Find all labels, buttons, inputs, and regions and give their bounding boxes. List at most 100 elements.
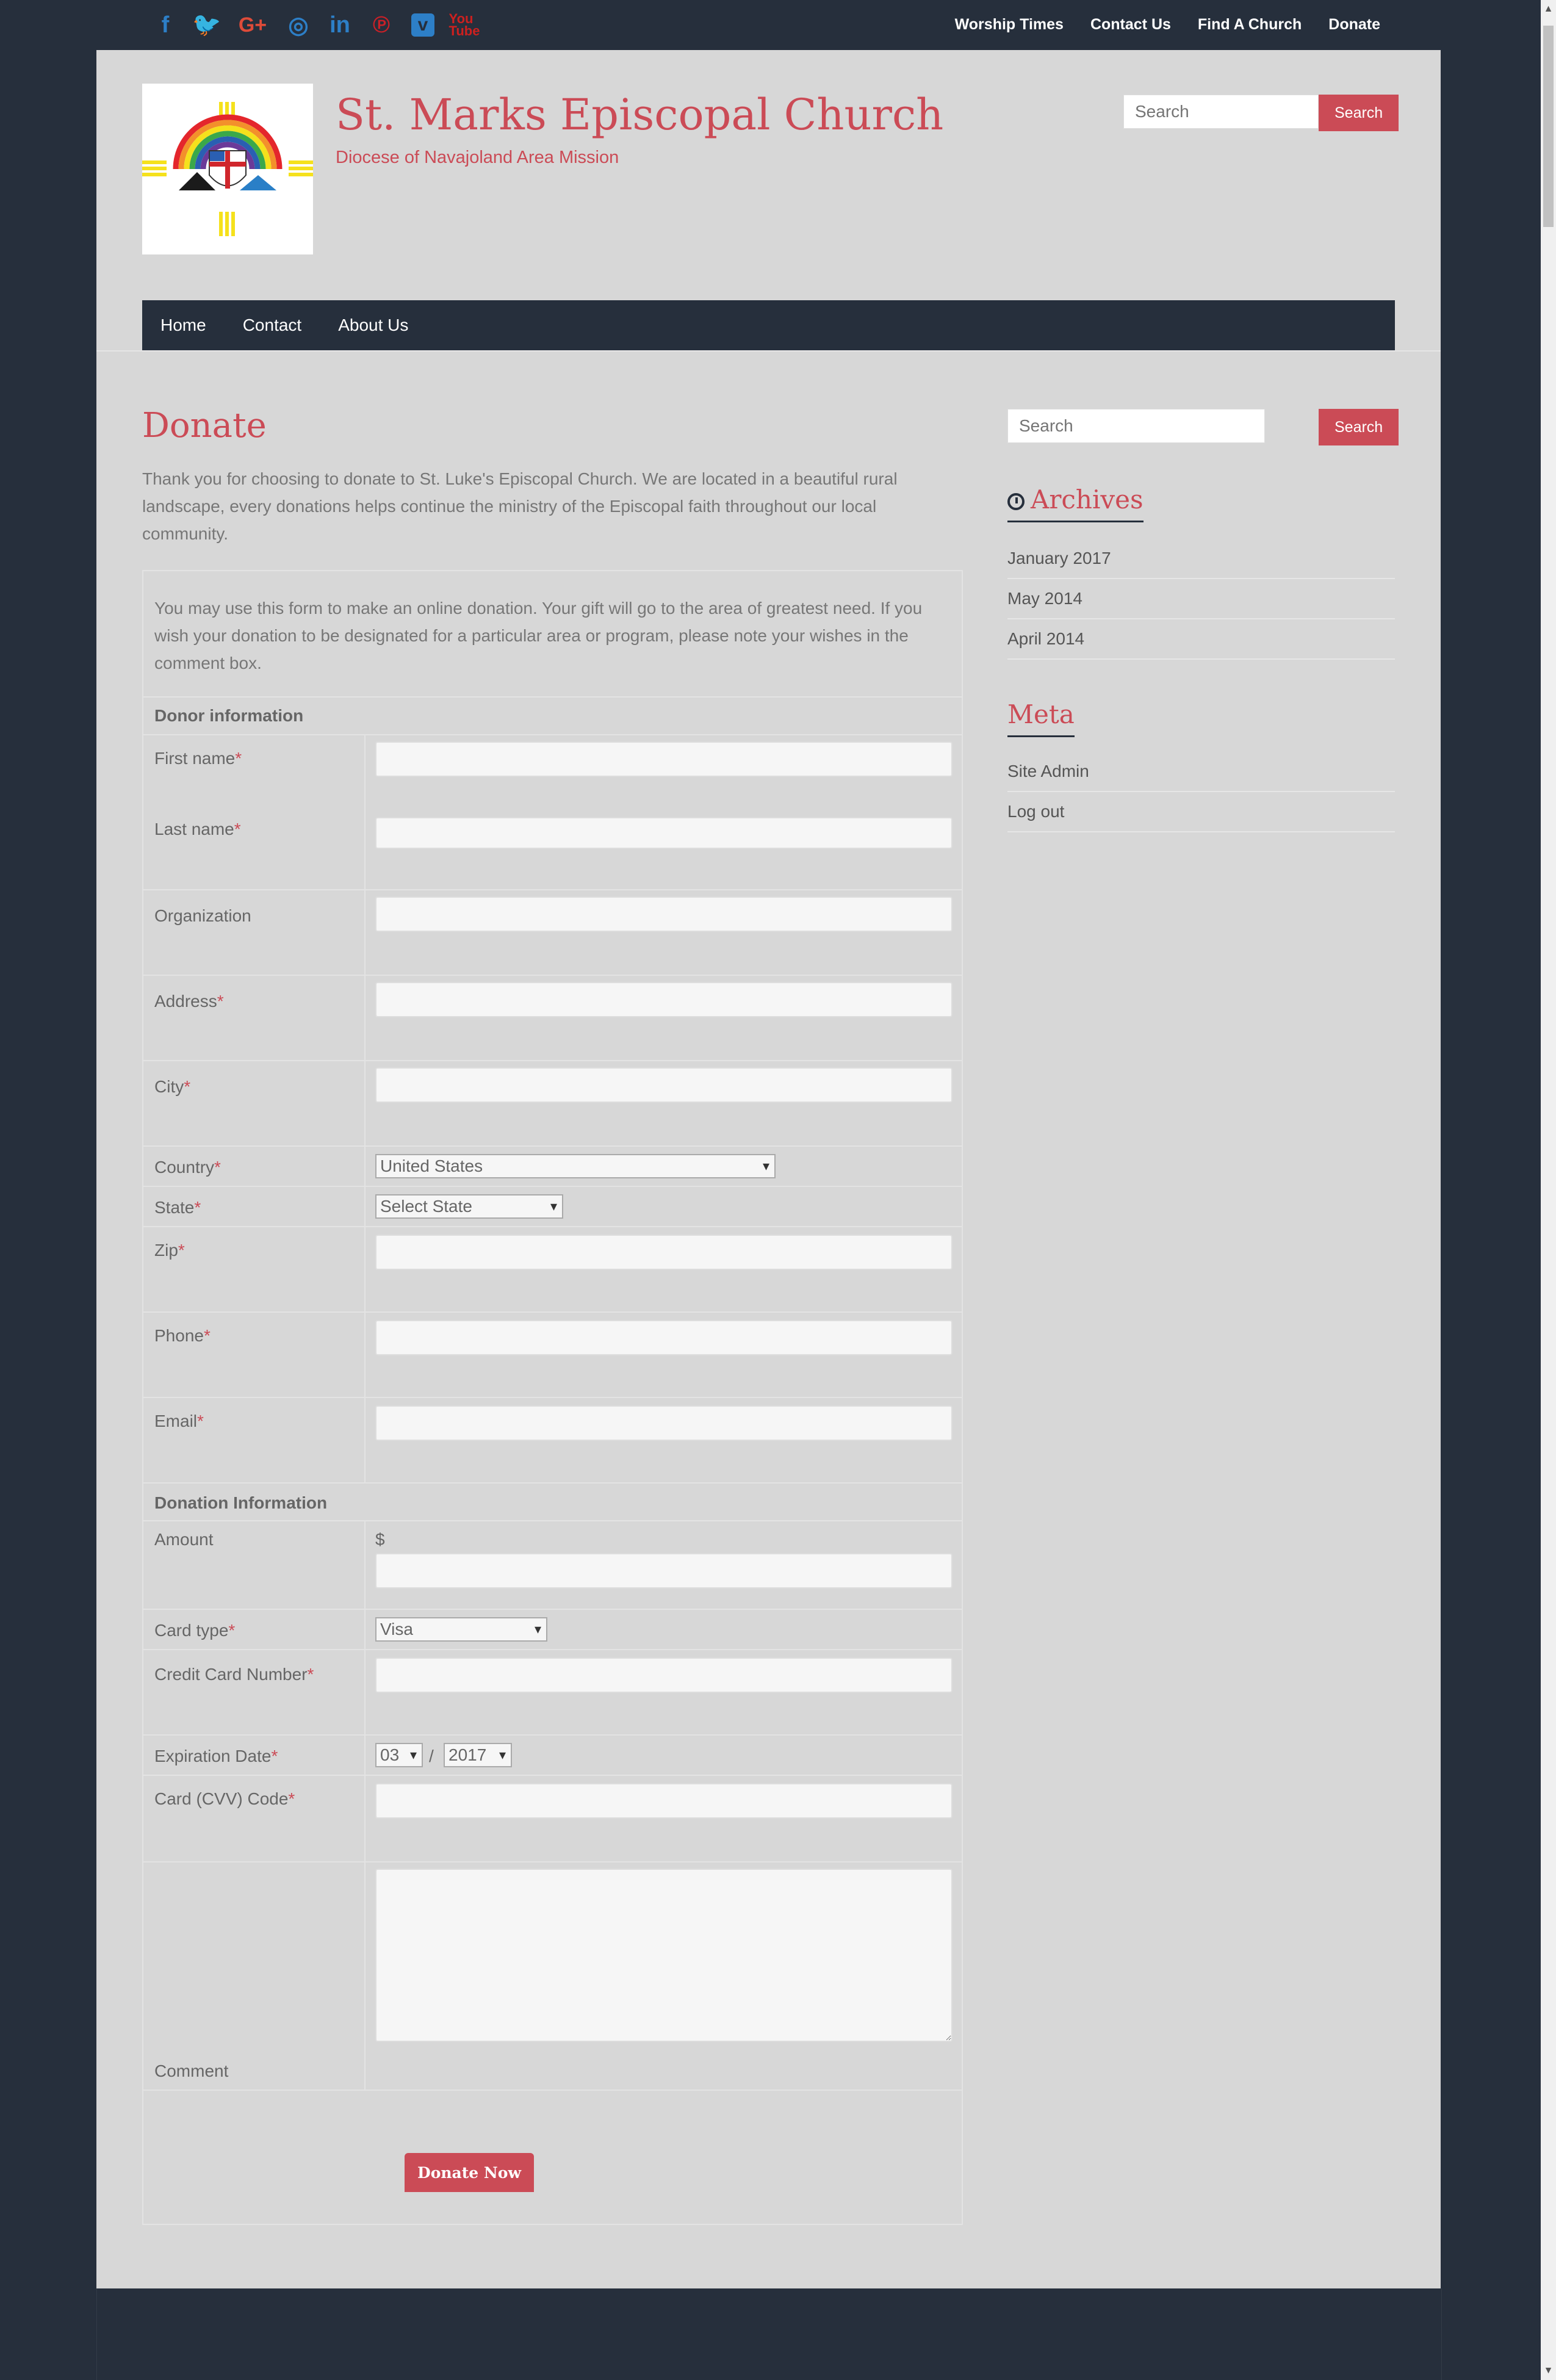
clock-icon bbox=[1007, 493, 1025, 510]
address-label: Address* bbox=[154, 992, 224, 1011]
sidebar-search: Search bbox=[1007, 409, 1399, 445]
email-field[interactable] bbox=[375, 1405, 953, 1441]
card-number-label: Credit Card Number* bbox=[154, 1665, 314, 1684]
column-divider bbox=[364, 1650, 366, 1736]
top-bar: f 🐦 G+ ◎ in ℗ v You Tube Worship Times C… bbox=[0, 0, 1541, 50]
archive-link-april-2014[interactable]: April 2014 bbox=[1007, 619, 1395, 660]
city-field[interactable] bbox=[375, 1067, 953, 1103]
main-nav-about-us[interactable]: About Us bbox=[338, 316, 408, 335]
submit-row-divider bbox=[143, 2090, 962, 2091]
meta-link-site-admin[interactable]: Site Admin bbox=[1007, 752, 1395, 792]
last-name-label: Last name* bbox=[154, 820, 241, 838]
archive-link-may-2014[interactable]: May 2014 bbox=[1007, 579, 1395, 619]
header-search: Search bbox=[1123, 95, 1399, 131]
top-nav-worship-times[interactable]: Worship Times bbox=[955, 16, 1064, 34]
scroll-up-icon[interactable]: ▲ bbox=[1541, 0, 1556, 18]
column-divider bbox=[364, 1227, 366, 1313]
column-divider bbox=[364, 1398, 366, 1484]
instagram-icon[interactable]: ◎ bbox=[284, 11, 312, 39]
card-number-row: Credit Card Number* bbox=[143, 1649, 962, 1736]
diocese-seal-icon bbox=[142, 102, 313, 236]
phone-label: Phone* bbox=[154, 1326, 211, 1345]
sidebar-search-button[interactable]: Search bbox=[1319, 409, 1399, 445]
site-title[interactable]: St. Marks Episcopal Church bbox=[336, 90, 943, 140]
address-row: Address* bbox=[143, 975, 962, 1061]
meta-link-log-out[interactable]: Log out bbox=[1007, 792, 1395, 832]
top-nav-donate[interactable]: Donate bbox=[1328, 16, 1380, 34]
main-nav-home[interactable]: Home bbox=[160, 316, 206, 335]
donation-section-row: Donation Information bbox=[143, 1482, 962, 1521]
donate-now-button[interactable]: Donate Now bbox=[405, 2153, 534, 2192]
zip-row: Zip* bbox=[143, 1226, 962, 1313]
scrollbar-thumb[interactable] bbox=[1543, 26, 1554, 227]
comment-row: Comment bbox=[143, 1861, 962, 2091]
column-divider bbox=[364, 1061, 366, 1147]
email-label: Email* bbox=[154, 1412, 204, 1430]
top-nav-find-a-church[interactable]: Find A Church bbox=[1198, 16, 1302, 34]
top-nav: Worship Times Contact Us Find A Church D… bbox=[955, 16, 1380, 34]
currency-symbol: $ bbox=[375, 1530, 385, 1549]
email-row: Email* bbox=[143, 1397, 962, 1484]
form-note: You may use this form to make an online … bbox=[154, 599, 923, 673]
page-container: St. Marks Episcopal Church Diocese of Na… bbox=[96, 50, 1441, 2288]
organization-label: Organization bbox=[154, 906, 251, 925]
amount-row: Amount $ bbox=[143, 1520, 962, 1610]
meta-list: Site Admin Log out bbox=[1007, 752, 1395, 832]
state-row: State* Select State bbox=[143, 1186, 962, 1227]
google-plus-icon[interactable]: G+ bbox=[234, 11, 271, 39]
card-type-row: Card type* Visa bbox=[143, 1609, 962, 1650]
archives-list: January 2017 May 2014 April 2014 bbox=[1007, 539, 1395, 660]
amount-field[interactable] bbox=[375, 1553, 953, 1588]
comment-textarea[interactable] bbox=[375, 1869, 953, 2042]
twitter-icon[interactable]: 🐦 bbox=[192, 11, 221, 39]
pinterest-icon[interactable]: ℗ bbox=[367, 11, 395, 39]
main-nav-contact[interactable]: Contact bbox=[243, 316, 302, 335]
address-field[interactable] bbox=[375, 982, 953, 1017]
main-nav: Home Contact About Us bbox=[142, 300, 1395, 350]
country-select[interactable]: United States bbox=[375, 1154, 776, 1178]
comment-label: Comment bbox=[154, 2061, 229, 2080]
organization-field[interactable] bbox=[375, 896, 953, 932]
column-divider bbox=[364, 1736, 366, 1776]
city-label: City* bbox=[154, 1077, 191, 1096]
top-nav-contact-us[interactable]: Contact Us bbox=[1090, 16, 1171, 34]
header-search-input[interactable] bbox=[1123, 95, 1319, 129]
first-name-label: First name* bbox=[154, 749, 242, 768]
card-type-select[interactable]: Visa bbox=[375, 1617, 547, 1642]
column-divider bbox=[364, 1610, 366, 1650]
cvv-row: Card (CVV) Code* bbox=[143, 1775, 962, 1863]
site-description: Diocese of Navajoland Area Mission bbox=[336, 148, 619, 167]
exp-month-select[interactable]: 03 bbox=[375, 1743, 423, 1767]
last-name-field[interactable] bbox=[375, 817, 953, 849]
sidebar-search-input[interactable] bbox=[1007, 409, 1265, 443]
donation-form: You may use this form to make an online … bbox=[142, 570, 963, 2225]
expiration-row: Expiration Date* 03 / 2017 bbox=[143, 1734, 962, 1776]
header-search-button[interactable]: Search bbox=[1319, 95, 1399, 131]
card-number-field[interactable] bbox=[375, 1657, 953, 1693]
page-intro: Thank you for choosing to donate to St. … bbox=[142, 469, 898, 543]
column-divider bbox=[364, 735, 366, 890]
amount-label: Amount bbox=[154, 1530, 214, 1549]
donor-section-row: Donor information bbox=[143, 696, 962, 735]
zip-field[interactable] bbox=[375, 1235, 953, 1270]
state-select[interactable]: Select State bbox=[375, 1194, 563, 1219]
archives-widget-title: Archives bbox=[1007, 485, 1144, 522]
vimeo-icon[interactable]: v bbox=[409, 11, 437, 39]
site-logo[interactable] bbox=[142, 84, 313, 254]
first-name-field[interactable] bbox=[375, 741, 953, 777]
scroll-down-icon[interactable]: ▼ bbox=[1541, 2362, 1556, 2380]
linkedin-icon[interactable]: in bbox=[326, 11, 354, 39]
country-label: Country* bbox=[154, 1158, 221, 1177]
youtube-icon[interactable]: You Tube bbox=[449, 11, 480, 39]
city-row: City* bbox=[143, 1060, 962, 1147]
page-scrollbar[interactable]: ▲ ▼ bbox=[1541, 0, 1556, 2380]
facebook-icon[interactable]: f bbox=[151, 11, 179, 39]
exp-year-select[interactable]: 2017 bbox=[444, 1743, 512, 1767]
vimeo-glyph: v bbox=[411, 13, 434, 37]
expiration-label: Expiration Date* bbox=[154, 1747, 278, 1765]
cvv-field[interactable] bbox=[375, 1783, 953, 1819]
phone-field[interactable] bbox=[375, 1320, 953, 1355]
archive-link-january-2017[interactable]: January 2017 bbox=[1007, 539, 1395, 579]
column-divider bbox=[364, 1776, 366, 1863]
donation-section-heading: Donation Information bbox=[154, 1493, 328, 1512]
